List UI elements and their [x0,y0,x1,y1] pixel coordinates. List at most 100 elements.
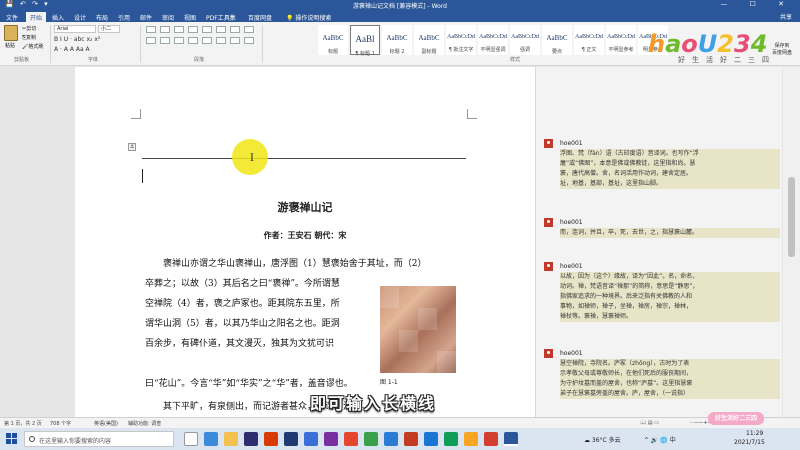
align-right-icon[interactable] [174,37,184,44]
word-app-icon[interactable] [504,432,518,446]
style-title[interactable]: AaBbC 标题 [318,25,348,55]
app-icon[interactable] [344,432,358,446]
scrollbar-thumb[interactable] [788,177,795,257]
document-area[interactable]: ⚓ I 游褒禅山记 作者：王安石 朝代：宋 褒禅山亦谓之华山褒禅山，唐浮图（1）… [0,67,782,417]
align-left-icon[interactable] [146,37,156,44]
clock-date[interactable]: 2021/7/15 [734,439,765,446]
app-icon[interactable] [464,432,478,446]
taskbar-search-input[interactable]: 在这里输入你要搜索的内容 [24,431,174,447]
clock-time[interactable]: 11:29 [746,430,763,437]
increase-indent-icon[interactable] [202,26,212,33]
app-icon[interactable] [424,432,438,446]
horizontal-line[interactable] [142,158,466,159]
wechat-icon[interactable] [364,432,378,446]
comment-text[interactable]: 以故，因为（这个）缘故，译为“因此”。名，命名， 动词。禅，梵语音译“禅那”的简称… [560,272,780,322]
font-size-select[interactable]: 小二 [98,25,120,33]
app-icon[interactable] [404,432,418,446]
multilevel-list-icon[interactable] [174,26,184,33]
view-buttons[interactable]: 📖 ▤ ▭ [640,420,659,426]
tab-insert[interactable]: 插入 [48,12,68,22]
tab-home[interactable]: 开始 [26,12,47,22]
task-view-icon[interactable] [184,432,198,446]
show-marks-icon[interactable] [244,26,254,33]
copy-button[interactable]: ⎘复制 [22,34,36,41]
comment-card[interactable]: hoe001 浮图、梵（fàn）语（古印度语）音译词。也写作“浮 屠”或“佛图”，… [544,139,780,199]
windows-start-icon[interactable] [6,433,18,445]
app-icon[interactable] [324,432,338,446]
line-spacing-icon[interactable] [216,37,226,44]
font-format-buttons[interactable]: B I U · abc x₂ x² [54,36,100,43]
tab-mailings[interactable]: 邮件 [136,12,156,22]
tab-pdf-tools[interactable]: PDF工具集 [202,12,240,22]
style-subtle-reference[interactable]: AaBbCcDd 不明显参考 [606,25,636,55]
style-heading-2[interactable]: AaBbC 标题 2 [382,25,412,55]
tab-review[interactable]: 审阅 [158,12,178,22]
format-painter-button[interactable]: 🖌格式刷 [22,43,43,50]
body-line[interactable]: 谓华山洞（5）者，以其乃华山之阳名之也。距洞 [145,316,340,329]
body-line[interactable]: 卒葬之；以故（3）其后名之曰“褒禅”。今所谓慧 [145,276,340,289]
style-strong[interactable]: AaBbC 要点 [542,25,572,55]
numbering-icon[interactable] [160,26,170,33]
weather-widget[interactable]: ☁ 36°C 多云 [584,435,621,444]
document-title[interactable]: 游褒禅山记 [75,199,535,215]
borders-icon[interactable] [244,37,254,44]
edge-browser-icon[interactable] [204,432,218,446]
comment-text[interactable]: 浮图、梵（fàn）语（古印度语）音译词。也写作“浮 屠”或“佛图”，本意是佛或佛教… [560,149,780,189]
file-explorer-icon[interactable] [224,432,238,446]
comment-text[interactable]: 而，连词，并且，卒，死，去世，之，指慧褒山麓。 [560,228,780,238]
comment-text[interactable]: 慧空禅院，寺院名。庐冢（zhǒng），古时为了表 示孝敬父母或尊敬师长，在他们死后… [560,359,780,399]
font-color-buttons[interactable]: A · A A Aa A [54,46,90,53]
style-subtle-emphasis[interactable]: AaBbCcDd 不明显强调 [478,25,508,55]
share-button[interactable]: 共享 [780,12,792,21]
tab-references[interactable]: 引用 [114,12,134,22]
window-controls[interactable]: — ☐ ✕ [720,0,794,8]
justify-icon[interactable] [188,37,198,44]
body-line[interactable]: 百余步，有碑仆道，其文漫灭，独其为文犹可识 [145,336,334,349]
tab-baidu-netdisk[interactable]: 百度网盘 [244,12,276,22]
chinese-layout-icon[interactable] [216,26,226,33]
page-count[interactable]: 第 1 页，共 2 页 [4,420,42,427]
distributed-icon[interactable] [202,37,212,44]
sort-icon[interactable] [230,26,240,33]
tab-layout[interactable]: 布局 [92,12,112,22]
anchor-icon[interactable]: ⚓ [128,143,136,151]
bullets-icon[interactable] [146,26,156,33]
style-emphasis[interactable]: AaBbCcDd 强调 [510,25,540,55]
accessibility-status[interactable]: 辅助功能: 调查 [128,420,161,427]
body-line[interactable]: 空禅院（4）者，褒之庐冢也。距其院东五里，所 [145,296,340,309]
align-center-icon[interactable] [160,37,170,44]
app-icon[interactable] [264,432,278,446]
style-normal[interactable]: AaBbCcDd ¶ 正文 [574,25,604,55]
body-line[interactable]: 褒禅山亦谓之华山褒禅山，唐浮图（1）慧褒始舍于其址，而（2） [163,256,426,269]
style-heading-1[interactable]: AaBl ¶ 标题 1 [350,25,380,57]
vertical-scrollbar[interactable] [783,67,800,417]
paste-button[interactable]: 粘贴 [5,42,15,49]
comment-card[interactable]: hoe001 而，连词，并且，卒，死，去世，之，指慧褒山麓。 [544,218,780,240]
tell-me-search[interactable]: 💡 操作说明搜索 [282,12,335,22]
document-author-line[interactable]: 作者：王安石 朝代：宋 [75,230,535,241]
premiere-icon[interactable] [244,432,258,446]
cut-button[interactable]: ✂剪切 [22,25,36,32]
paste-icon[interactable] [4,25,18,41]
app-icon[interactable] [384,432,398,446]
style-comment-text[interactable]: AaBbCcDd ¶ 批注文字 [446,25,476,55]
tray-icons[interactable]: ^ 🔊 🌐 中 [644,435,676,444]
comment-card[interactable]: hoe001 慧空禅院，寺院名。庐冢（zhǒng），古时为了表 示孝敬父母或尊敬师… [544,349,780,403]
app-icon[interactable] [484,432,498,446]
shading-icon[interactable] [230,37,240,44]
photoshop-icon[interactable] [284,432,298,446]
font-name-select[interactable]: Arial [54,25,96,33]
comment-card[interactable]: hoe001 以故，因为（这个）缘故，译为“因此”。名，命名， 动词。禅，梵语音译… [544,262,780,326]
tab-view[interactable]: 视图 [180,12,200,22]
tab-design[interactable]: 设计 [70,12,90,22]
style-subtitle[interactable]: AaBbC 副标题 [414,25,444,55]
body-line[interactable]: 曰“花山”。今言“华”如“华实”之“华”者，盖音谬也。 [145,376,353,389]
pixelated-image[interactable] [380,286,456,373]
word-count[interactable]: 708 个字 [50,420,71,427]
document-page[interactable]: ⚓ I 游褒禅山记 作者：王安石 朝代：宋 褒禅山亦谓之华山褒禅山，唐浮图（1）… [75,67,535,417]
app-icon[interactable] [304,432,318,446]
language-indicator[interactable]: 英语(美国) [94,420,118,427]
tab-file[interactable]: 文件 [2,12,22,22]
app-icon[interactable] [444,432,458,446]
decrease-indent-icon[interactable] [188,26,198,33]
